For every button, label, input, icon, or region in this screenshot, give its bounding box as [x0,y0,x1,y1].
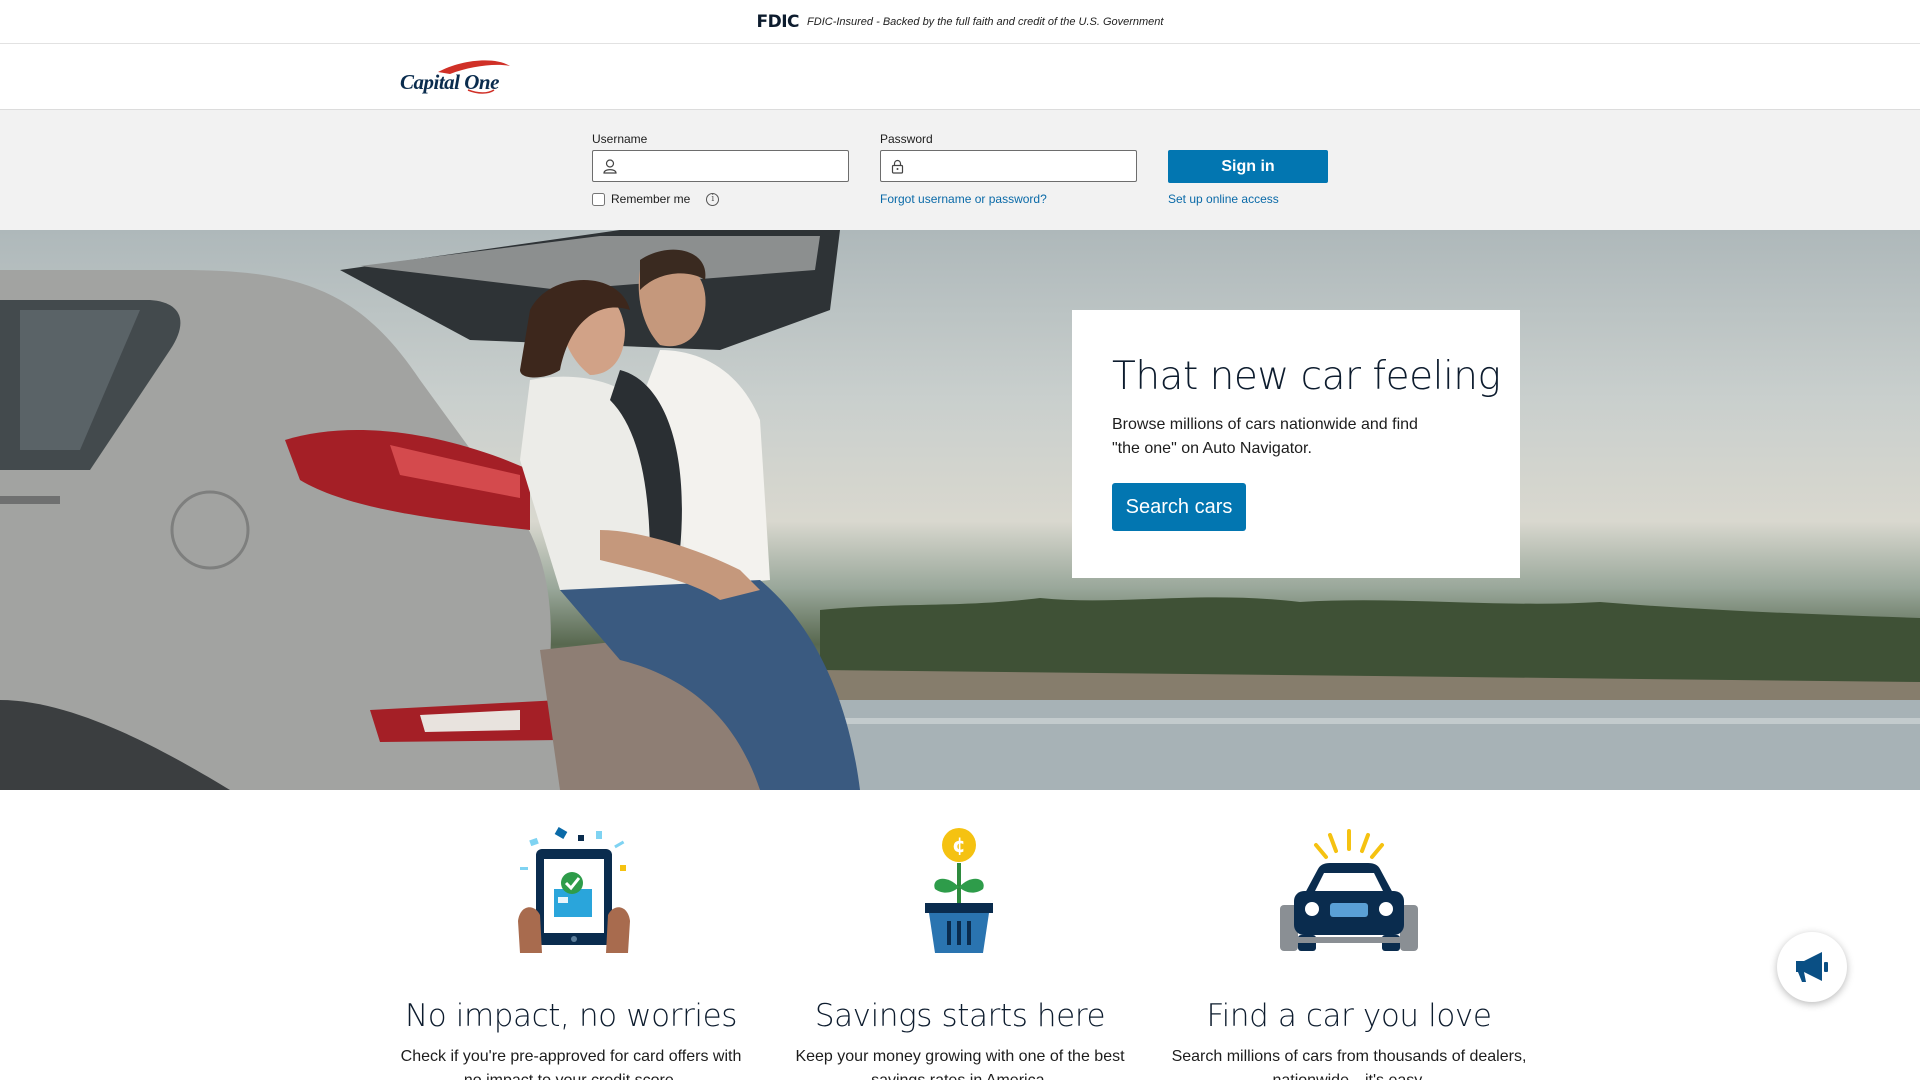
remember-label: Remember me [611,192,691,206]
logo-wordmark: Capital One [400,70,499,94]
promo-title: That new car feeling [1112,354,1501,399]
username-field[interactable] [592,150,849,182]
feature-text: Search millions of cars from thousands o… [1171,1048,1527,1080]
feedback-button[interactable] [1777,932,1847,1002]
search-cars-button[interactable]: Search cars [1112,483,1246,531]
feature-section: No impact, no worries Check if you're pr… [0,790,1920,1080]
feature-card-savings[interactable]: ¢ Savings starts here Keep your money gr… [765,790,1155,1080]
feature-card-preapproval[interactable]: No impact, no worries Check if you're pr… [376,790,766,1080]
feature-title: Find a car you love [1206,998,1492,1034]
svg-text:¢: ¢ [952,833,966,857]
info-icon[interactable]: i [706,192,720,206]
setup-online-access-link[interactable]: Set up online access [1168,192,1279,206]
fdic-banner: FDIC FDIC-Insured - Backed by the full f… [0,0,1920,44]
hero-banner: That new car feeling Browse millions of … [0,230,1920,790]
username-label: Username [592,132,648,146]
remember-me: Remember me i [592,192,720,206]
password-input[interactable] [912,158,1122,174]
site-header: Capital One [0,45,1920,110]
tablet-approval-icon [518,827,630,953]
fdic-logo: FDIC [756,11,800,32]
password-field[interactable] [880,150,1137,182]
promo-card: That new car feeling Browse millions of … [1072,310,1520,578]
remember-checkbox[interactable] [592,192,605,206]
password-label: Password [880,132,933,146]
feature-card-car[interactable]: Find a car you love Search millions of c… [1154,790,1544,1080]
username-input[interactable] [625,158,835,174]
feature-text: Keep your money growing with one of the … [795,1048,1125,1080]
signin-form: Username Password Sign in Remember me i … [0,110,1920,230]
feature-title: No impact, no worries [404,998,738,1034]
signin-button[interactable]: Sign in [1168,150,1328,183]
feature-title: Savings starts here [814,998,1106,1034]
user-icon [603,158,617,174]
car-icon [1280,829,1418,951]
feature-text: Check if you're pre-approved for card of… [400,1048,742,1080]
promo-text: Browse millions of cars nationwide and f… [1112,416,1418,457]
savings-plant-icon: ¢ [925,828,993,953]
megaphone-icon [1796,952,1828,982]
fdic-text: FDIC-Insured - Backed by the full faith … [807,15,1164,28]
forgot-credentials-link[interactable]: Forgot username or password? [880,192,1047,206]
lock-icon [891,159,904,174]
capital-one-logo[interactable]: Capital One [398,58,513,100]
hero-photo [0,230,1920,790]
